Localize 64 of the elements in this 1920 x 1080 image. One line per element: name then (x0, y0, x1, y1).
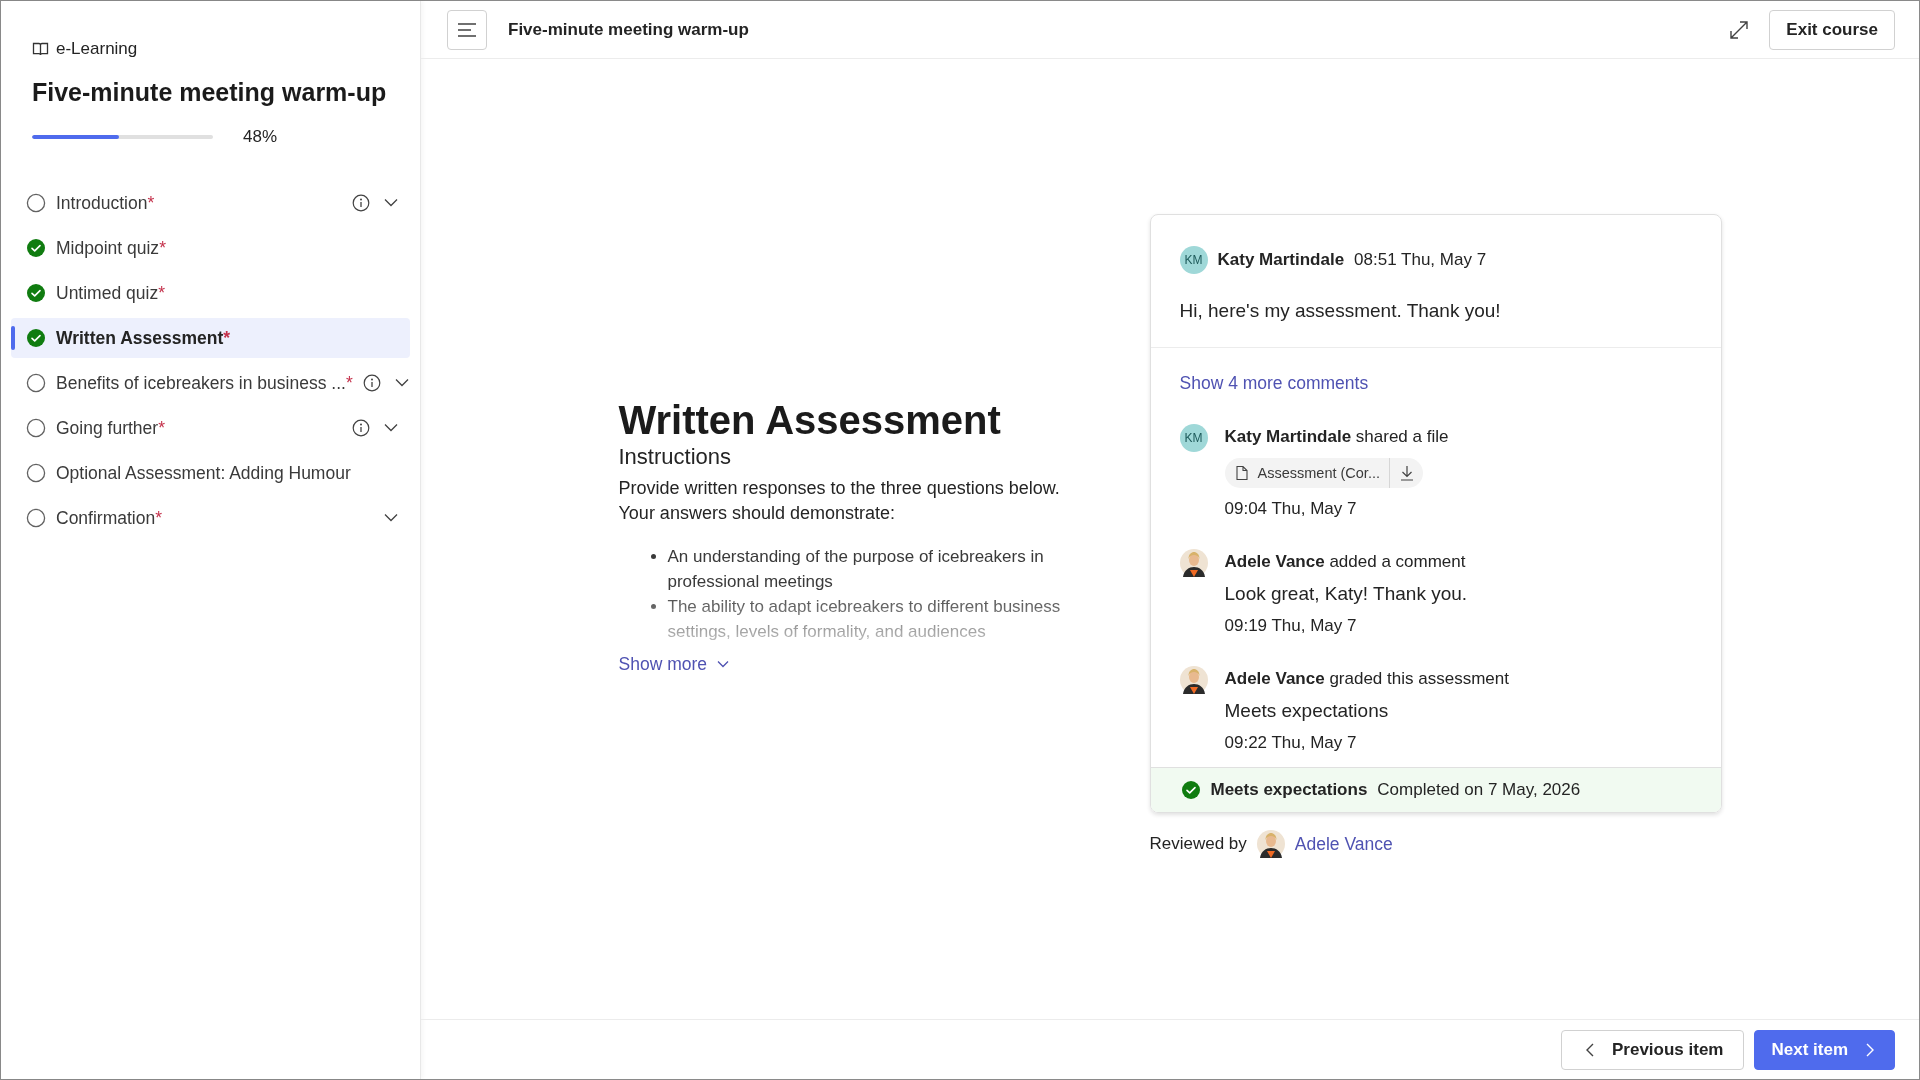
activity-text: Katy Martindale shared a file (1224, 427, 1449, 447)
course-title: Five-minute meeting warm-up (32, 78, 388, 107)
activity-text: Adele Vance graded this assessment (1224, 669, 1509, 689)
bullet-dot (650, 603, 656, 609)
page-title: Five-minute meeting warm-up (508, 19, 750, 40)
comment-text: Hi, here's my assessment. Thank you! (1179, 300, 1502, 322)
file-icon (1234, 465, 1249, 481)
download-icon[interactable] (1399, 465, 1415, 481)
file-chip[interactable]: Assessment (Cor... (1224, 458, 1423, 488)
previous-item-button[interactable]: Previous item (1560, 1029, 1745, 1070)
instructions-text: Provide written responses to the three questions below. Your answers should demonstrate: (618, 476, 1061, 525)
book-icon (32, 40, 49, 58)
menu-icon (457, 20, 477, 39)
comment-time: 09:22 Thu, May 7 (1224, 733, 1358, 753)
author-name: Katy Martindale (1217, 250, 1345, 270)
bullet-item: The ability to adapt icebreakers to different business settings, levels of formality, and audiences (667, 595, 1062, 643)
item-label: Written Assessment* (56, 327, 232, 349)
comment-time: 09:04 Thu, May 7 (1224, 499, 1358, 519)
bullet-dot (650, 553, 656, 559)
sidebar-item[interactable]: Untimed quiz* (11, 273, 410, 313)
progress-reading: 48% (243, 127, 278, 147)
sidebar-item[interactable]: Optional Assessment: Adding Humour (11, 453, 410, 493)
file-name: Assessment (Cor... (1257, 465, 1380, 481)
sidebar-item[interactable]: Introduction* (11, 183, 410, 223)
info-icon[interactable] (352, 419, 370, 437)
expand-icon[interactable] (1729, 19, 1750, 40)
comment-time: 08:51 Thu, May 7 (1354, 250, 1487, 270)
reviewer-link[interactable]: Adele Vance (1294, 833, 1393, 855)
avatar: KM (1179, 246, 1208, 274)
info-icon[interactable] (352, 194, 370, 212)
section-heading: Instructions (618, 443, 732, 470)
avatar (1179, 549, 1208, 577)
comment-time: 09:19 Thu, May 7 (1224, 616, 1358, 636)
item-label: Optional Assessment: Adding Humour (56, 462, 351, 484)
next-item-button[interactable]: Next item (1754, 1029, 1895, 1070)
item-label: Untimed quiz* (56, 282, 166, 304)
check-circle-icon (1180, 780, 1201, 800)
item-label: Midpoint quiz* (56, 237, 167, 259)
reviewed-by-label: Reviewed by (1149, 834, 1247, 854)
comment-text: Meets expectations (1224, 700, 1390, 722)
assessment-title: Written Assessment (618, 397, 1002, 442)
sidebar-item[interactable]: Confirmation* (11, 498, 410, 538)
item-label: Going further* (56, 417, 166, 439)
show-more-link[interactable]: Show more (618, 653, 730, 675)
completion-date: Completed on 7 May, 2026 (1377, 780, 1581, 800)
item-label: Introduction* (56, 192, 156, 214)
sidebar-item[interactable]: Benefits of icebreakers in business ...* (11, 363, 410, 403)
item-label: Benefits of icebreakers in business ...* (56, 372, 353, 394)
show-comments-link[interactable]: Show 4 more comments (1179, 373, 1369, 393)
avatar: KM (1179, 424, 1208, 452)
sidebar-item[interactable]: Going further* (11, 408, 410, 448)
avatar (1179, 666, 1208, 694)
item-label: Confirmation* (56, 507, 164, 529)
comment-text: Look great, Katy! Thank you. (1224, 583, 1468, 605)
activity-text: Adele Vance added a comment (1224, 552, 1467, 572)
grade-text: Meets expectations (1210, 780, 1368, 800)
sidebar-item[interactable]: Midpoint quiz* (11, 228, 410, 268)
avatar (1256, 830, 1285, 858)
sidebar-item[interactable]: Written Assessment* (11, 318, 410, 358)
exit-course-button[interactable]: Exit course (1769, 9, 1895, 50)
bullet-item: An understanding of the purpose of icebreakers in professional meetings (667, 545, 1045, 593)
menu-button[interactable] (447, 9, 487, 50)
info-icon[interactable] (362, 374, 381, 392)
app-name: e-Learning (56, 39, 138, 59)
